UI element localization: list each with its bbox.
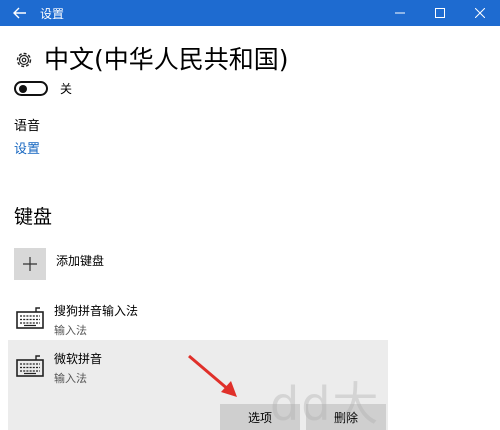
maximize-icon (435, 8, 445, 18)
toggle-knob (19, 85, 27, 93)
language-toggle[interactable] (14, 81, 48, 96)
close-icon (475, 8, 485, 18)
plus-icon (23, 257, 37, 271)
add-keyboard-button[interactable]: 添加键盘 (14, 248, 104, 280)
close-button[interactable] (460, 0, 500, 26)
maximize-button[interactable] (420, 0, 460, 26)
page-header: 中文(中华人民共和国) (14, 44, 289, 76)
keyboard-item-name: 搜狗拼音输入法 (54, 304, 139, 318)
keyboard-icon (16, 355, 44, 377)
keyboard-item-name: 微软拼音 (54, 352, 103, 366)
minimize-icon (395, 12, 405, 14)
page-title: 中文(中华人民共和国) (44, 45, 289, 74)
language-toggle-row: 关 (14, 80, 72, 97)
minimize-button[interactable] (380, 0, 420, 26)
back-button[interactable] (0, 0, 40, 26)
toggle-state-label: 关 (60, 82, 73, 96)
window-title: 设置 (40, 6, 65, 21)
red-arrow-annotation (188, 354, 237, 397)
keyboard-item-type: 输入法 (54, 324, 87, 337)
add-keyboard-label: 添加键盘 (56, 254, 105, 268)
keyboard-heading: 键盘 (14, 206, 53, 228)
watermark-logo: dd大 (270, 377, 380, 430)
speech-settings-link[interactable]: 设置 (14, 138, 40, 157)
window-controls (380, 0, 500, 26)
svg-text:dd大: dd大 (270, 377, 380, 430)
keyboard-item-type: 输入法 (54, 372, 87, 385)
title-bar: 设置 (0, 0, 500, 26)
arrow-left-icon (13, 7, 26, 19)
gear-icon (16, 52, 32, 68)
plus-box (14, 248, 46, 280)
speech-label: 语音 (14, 119, 41, 134)
keyboard-icon (16, 307, 44, 329)
